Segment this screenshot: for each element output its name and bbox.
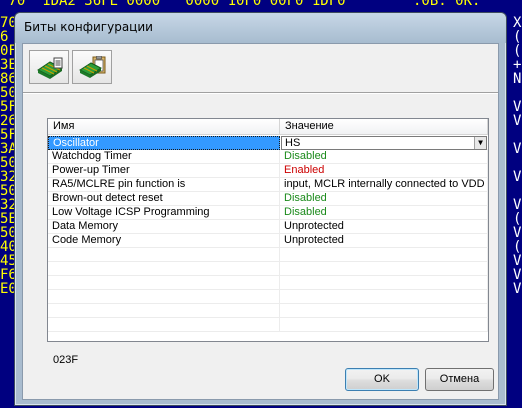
setting-name	[48, 304, 280, 318]
editor-right-line: X	[513, 16, 522, 31]
editor-right-line	[513, 128, 522, 142]
setting-name: Brown-out detect reset	[48, 192, 280, 206]
write-config-button[interactable]	[72, 50, 112, 84]
editor-right-line: V	[513, 99, 522, 115]
dialog-client-area: Имя Значение Oscillator HS ▼ Watchdog Timer…	[22, 43, 499, 400]
chevron-down-icon[interactable]: ▼	[474, 137, 486, 149]
editor-right-line: V	[513, 281, 522, 297]
editor-right-line: V	[513, 113, 522, 129]
editor-right-line	[513, 86, 522, 100]
table-row[interactable]: Data Memory Unprotected	[48, 220, 488, 234]
editor-right-line: N	[513, 71, 522, 87]
setting-value	[280, 318, 488, 332]
editor-right-line	[513, 184, 522, 198]
setting-value[interactable]: input, MCLR internally connected to VDD	[280, 178, 488, 192]
editor-right-line: V	[513, 253, 522, 269]
setting-name: Oscillator	[48, 136, 280, 150]
column-header-name[interactable]: Имя	[48, 119, 280, 135]
config-word-value: 023F	[53, 354, 79, 366]
read-config-button[interactable]	[29, 50, 69, 84]
editor-background-text: 70 1DA2 36FE 0000 0000 10F0 00F0 1DF0 .0…	[0, 0, 481, 9]
setting-name: Code Memory	[48, 234, 280, 248]
setting-value	[280, 290, 488, 304]
ok-button[interactable]: OK	[345, 368, 419, 391]
config-bits-table: Имя Значение Oscillator HS ▼ Watchdog Timer…	[47, 118, 489, 342]
editor-right-line: (	[513, 239, 522, 255]
editor-right-line: V	[513, 225, 522, 241]
setting-name: Watchdog Timer	[48, 150, 280, 164]
table-row	[48, 276, 488, 290]
setting-value[interactable]: Enabled	[280, 164, 488, 178]
toolbar-separator	[23, 92, 498, 94]
setting-value[interactable]: Disabled	[280, 150, 488, 164]
setting-name	[48, 276, 280, 290]
setting-name	[48, 290, 280, 304]
editor-right-line: V	[513, 169, 522, 185]
oscillator-select[interactable]: HS ▼	[281, 136, 487, 150]
table-row	[48, 318, 488, 332]
table-row[interactable]: Low Voltage ICSP Programming Disabled	[48, 206, 488, 220]
setting-value	[280, 276, 488, 290]
cancel-button[interactable]: Отмена	[425, 368, 494, 391]
editor-right-line: (	[513, 211, 522, 227]
setting-value[interactable]: Unprotected	[280, 220, 488, 234]
editor-right-line: +	[513, 57, 522, 73]
setting-name	[48, 248, 280, 262]
table-row[interactable]: RA5/MCLRE pin function is input, MCLR int…	[48, 178, 488, 192]
setting-name	[48, 318, 280, 332]
setting-name: RA5/MCLRE pin function is	[48, 178, 280, 192]
table-row	[48, 262, 488, 276]
titlebar[interactable]: Биты конфигурации	[15, 13, 506, 43]
editor-right-column: X((+ N V V V V V(V(V V V	[505, 16, 522, 408]
setting-name: Low Voltage ICSP Programming	[48, 206, 280, 220]
table-row[interactable]: Watchdog Timer Disabled	[48, 150, 488, 164]
table-header: Имя Значение	[48, 119, 488, 135]
setting-value[interactable]: Unprotected	[280, 234, 488, 248]
setting-value	[280, 304, 488, 318]
table-row	[48, 304, 488, 318]
editor-right-line: V	[513, 141, 522, 157]
column-header-value[interactable]: Значение	[280, 119, 488, 135]
editor-right-line	[513, 156, 522, 170]
editor-right-line: (	[513, 29, 522, 45]
table-row[interactable]: Oscillator HS ▼	[48, 136, 488, 150]
table-row	[48, 248, 488, 262]
setting-value	[280, 248, 488, 262]
table-row[interactable]: Code Memory Unprotected	[48, 234, 488, 248]
editor-right-line: V	[513, 267, 522, 283]
config-bits-dialog: Биты конфигурации Имя Значение Oscillato…	[14, 12, 507, 406]
setting-value	[280, 262, 488, 276]
table-row[interactable]: Brown-out detect reset Disabled	[48, 192, 488, 206]
setting-name	[48, 262, 280, 276]
setting-value[interactable]: Disabled	[280, 192, 488, 206]
setting-name: Power-up Timer	[48, 164, 280, 178]
editor-right-line: (	[513, 43, 522, 59]
setting-value[interactable]: Disabled	[280, 206, 488, 220]
table-row	[48, 290, 488, 304]
oscillator-selected-value: HS	[285, 137, 301, 149]
editor-right-line: V	[513, 197, 522, 213]
table-row[interactable]: Power-up Timer Enabled	[48, 164, 488, 178]
window-title: Биты конфигурации	[24, 20, 153, 34]
setting-name: Data Memory	[48, 220, 280, 234]
